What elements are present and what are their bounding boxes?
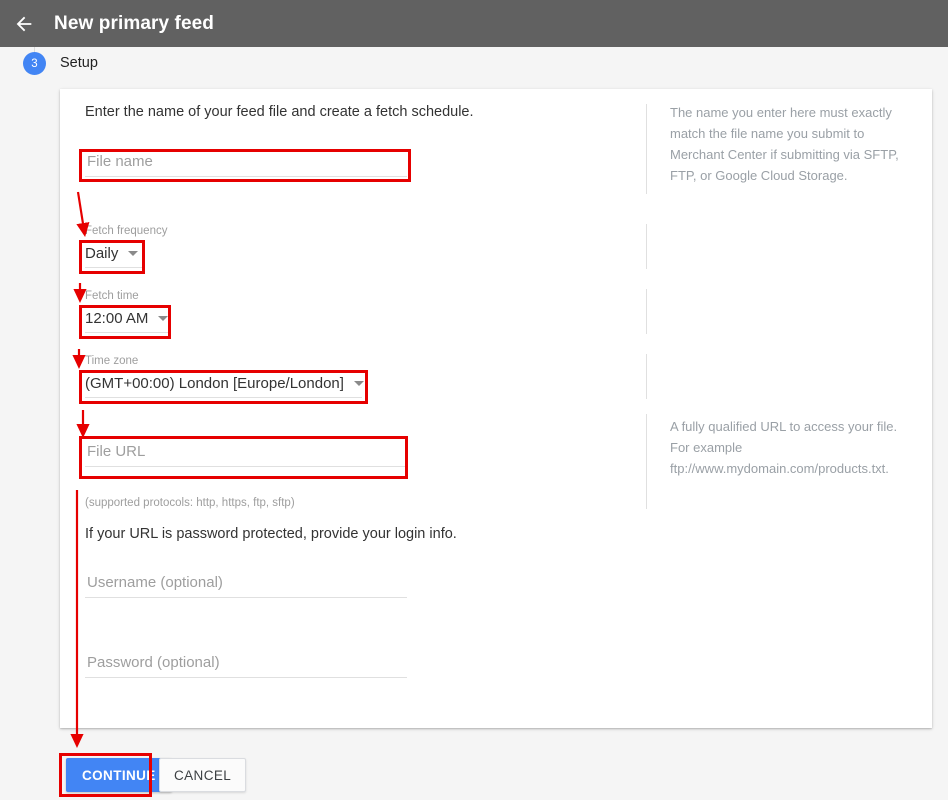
card-intro-text: Enter the name of your feed file and cre… bbox=[85, 104, 474, 120]
fetch-frequency-select[interactable]: Daily bbox=[85, 245, 143, 268]
time-zone-value: (GMT+00:00) London [Europe/London] bbox=[85, 375, 344, 392]
supported-protocols-note: (supported protocols: http, https, ftp, … bbox=[85, 497, 295, 509]
time-zone-label: Time zone bbox=[85, 355, 139, 367]
file-name-help-text: The name you enter here must exactly mat… bbox=[670, 105, 899, 183]
help-divider-2 bbox=[646, 224, 647, 269]
chevron-down-icon bbox=[158, 316, 169, 321]
step-header bbox=[0, 47, 948, 85]
username-input[interactable] bbox=[85, 574, 407, 598]
file-name-input[interactable] bbox=[85, 153, 407, 177]
fetch-time-label: Fetch time bbox=[85, 290, 139, 302]
setup-card: Enter the name of your feed file and cre… bbox=[60, 89, 932, 728]
fetch-frequency-label: Fetch frequency bbox=[85, 225, 168, 237]
file-url-help-text: A fully qualified URL to access your fil… bbox=[670, 419, 898, 476]
password-input[interactable] bbox=[85, 654, 407, 678]
continue-button[interactable]: CONTINUE bbox=[66, 758, 172, 792]
app-bar: New primary feed bbox=[0, 0, 948, 47]
cancel-button[interactable]: CANCEL bbox=[159, 758, 247, 792]
file-url-input[interactable] bbox=[85, 443, 407, 467]
step-title: Setup bbox=[60, 55, 98, 71]
time-zone-select[interactable]: (GMT+00:00) London [Europe/London] bbox=[85, 375, 364, 398]
page-title: New primary feed bbox=[54, 12, 214, 34]
help-divider-1 bbox=[646, 104, 647, 194]
fetch-time-select[interactable]: 12:00 AM bbox=[85, 310, 170, 333]
chevron-down-icon bbox=[128, 251, 139, 256]
fetch-frequency-value: Daily bbox=[85, 245, 119, 262]
login-info-note: If your URL is password protected, provi… bbox=[85, 526, 457, 542]
help-divider-3 bbox=[646, 289, 647, 334]
chevron-down-icon bbox=[353, 381, 364, 386]
help-divider-4 bbox=[646, 354, 647, 399]
arrow-left-icon[interactable] bbox=[8, 8, 40, 40]
help-divider-5 bbox=[646, 414, 647, 509]
fetch-time-value: 12:00 AM bbox=[85, 310, 149, 327]
step-badge-3: 3 bbox=[23, 52, 46, 75]
